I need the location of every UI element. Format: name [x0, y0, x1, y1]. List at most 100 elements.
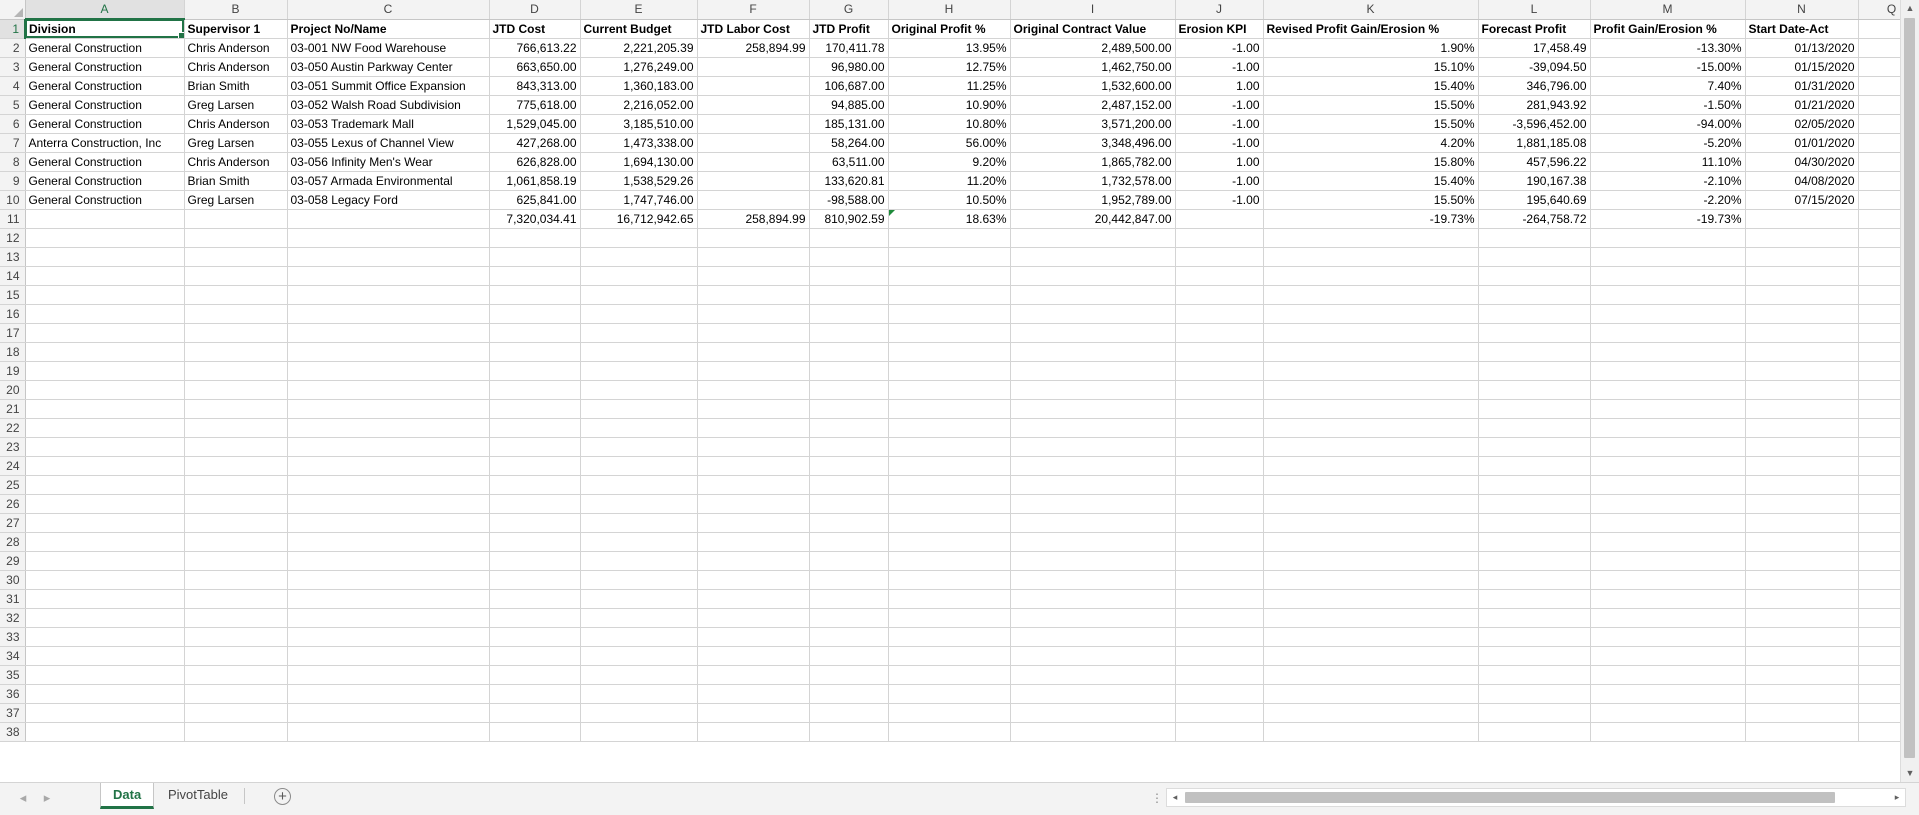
cell[interactable]: 63,511.00: [809, 152, 889, 172]
cell[interactable]: [287, 551, 490, 571]
cell[interactable]: [184, 627, 288, 647]
cell[interactable]: [25, 456, 185, 476]
cell[interactable]: General Construction: [25, 152, 185, 172]
cell[interactable]: [1745, 228, 1859, 248]
cell[interactable]: 170,411.78: [809, 38, 889, 58]
cell[interactable]: [697, 399, 810, 419]
cell[interactable]: 843,313.00: [489, 76, 581, 96]
cell[interactable]: [1175, 266, 1264, 286]
cell[interactable]: [697, 627, 810, 647]
cell[interactable]: [888, 304, 1011, 324]
cell[interactable]: [580, 266, 698, 286]
cell[interactable]: [184, 323, 288, 343]
cell[interactable]: 4.20%: [1263, 133, 1479, 153]
row-header[interactable]: 24: [0, 456, 26, 476]
cell[interactable]: Chris Anderson: [184, 38, 288, 58]
cell[interactable]: [1745, 266, 1859, 286]
cell[interactable]: [1010, 494, 1176, 514]
cell[interactable]: [888, 513, 1011, 533]
cell[interactable]: [287, 228, 490, 248]
cell[interactable]: [1745, 589, 1859, 609]
row-header[interactable]: 21: [0, 399, 26, 419]
cell[interactable]: [1175, 627, 1264, 647]
cell[interactable]: [287, 209, 490, 229]
cell[interactable]: Chris Anderson: [184, 152, 288, 172]
cell[interactable]: [1745, 475, 1859, 495]
row-header[interactable]: 16: [0, 304, 26, 324]
cell[interactable]: [1858, 608, 1900, 628]
cell[interactable]: 1,532,600.00: [1010, 76, 1176, 96]
cell[interactable]: [1478, 570, 1591, 590]
cell[interactable]: [1263, 684, 1479, 704]
cell[interactable]: [1263, 361, 1479, 381]
column-title-cell[interactable]: JTD Profit: [809, 19, 889, 39]
cell[interactable]: [888, 228, 1011, 248]
cell[interactable]: [489, 266, 581, 286]
cell[interactable]: -1.00: [1175, 57, 1264, 77]
column-title-cell[interactable]: Current Budget: [580, 19, 698, 39]
cell[interactable]: [580, 323, 698, 343]
select-all-corner[interactable]: [0, 0, 26, 20]
cell[interactable]: [25, 418, 185, 438]
cell[interactable]: [184, 551, 288, 571]
cell[interactable]: [809, 475, 889, 495]
cell[interactable]: 03-055 Lexus of Channel View: [287, 133, 490, 153]
cell[interactable]: [1478, 722, 1591, 742]
column-header-n[interactable]: N: [1745, 0, 1859, 20]
cell[interactable]: [184, 209, 288, 229]
cell[interactable]: [1010, 266, 1176, 286]
cell[interactable]: 15.50%: [1263, 95, 1479, 115]
cell[interactable]: 1,952,789.00: [1010, 190, 1176, 210]
horizontal-scroll-thumb[interactable]: [1185, 792, 1835, 803]
cell[interactable]: [697, 646, 810, 666]
cell[interactable]: [580, 361, 698, 381]
cell[interactable]: 10.80%: [888, 114, 1011, 134]
cell[interactable]: [287, 399, 490, 419]
row-header[interactable]: 37: [0, 703, 26, 723]
cell[interactable]: [1263, 627, 1479, 647]
row-header[interactable]: 1: [0, 19, 26, 39]
cell[interactable]: 457,596.22: [1478, 152, 1591, 172]
cell[interactable]: [489, 665, 581, 685]
cell[interactable]: [1263, 475, 1479, 495]
cell[interactable]: [287, 285, 490, 305]
cell[interactable]: [1745, 608, 1859, 628]
cell[interactable]: 2,489,500.00: [1010, 38, 1176, 58]
cell[interactable]: 94,885.00: [809, 95, 889, 115]
cell[interactable]: [809, 532, 889, 552]
cell[interactable]: [287, 342, 490, 362]
cell[interactable]: [184, 589, 288, 609]
cell[interactable]: [489, 418, 581, 438]
row-header[interactable]: 3: [0, 57, 26, 77]
cell[interactable]: 58,264.00: [809, 133, 889, 153]
cell[interactable]: [1478, 627, 1591, 647]
cell[interactable]: -19.73%: [1263, 209, 1479, 229]
cell[interactable]: [809, 608, 889, 628]
cell[interactable]: [888, 722, 1011, 742]
cell[interactable]: [184, 665, 288, 685]
cell[interactable]: [25, 665, 185, 685]
cell[interactable]: -2.20%: [1590, 190, 1746, 210]
cell[interactable]: [809, 722, 889, 742]
cell[interactable]: -2.10%: [1590, 171, 1746, 191]
cell[interactable]: [809, 380, 889, 400]
cell[interactable]: [580, 570, 698, 590]
cell[interactable]: [1175, 380, 1264, 400]
cell[interactable]: [1745, 627, 1859, 647]
cell[interactable]: [1590, 589, 1746, 609]
sheet-tab-pivottable[interactable]: PivotTable: [156, 783, 240, 809]
cell[interactable]: 7.40%: [1590, 76, 1746, 96]
cell[interactable]: 03-057 Armada Environmental: [287, 171, 490, 191]
cell[interactable]: [1858, 684, 1900, 704]
cell[interactable]: [888, 399, 1011, 419]
cell[interactable]: [697, 418, 810, 438]
cell[interactable]: [184, 437, 288, 457]
cell[interactable]: [1745, 646, 1859, 666]
cell[interactable]: [809, 304, 889, 324]
cell[interactable]: [1175, 456, 1264, 476]
cell[interactable]: 16,712,942.65: [580, 209, 698, 229]
cell[interactable]: [1263, 570, 1479, 590]
cell[interactable]: 15.40%: [1263, 171, 1479, 191]
cell[interactable]: 185,131.00: [809, 114, 889, 134]
cell[interactable]: General Construction: [25, 38, 185, 58]
